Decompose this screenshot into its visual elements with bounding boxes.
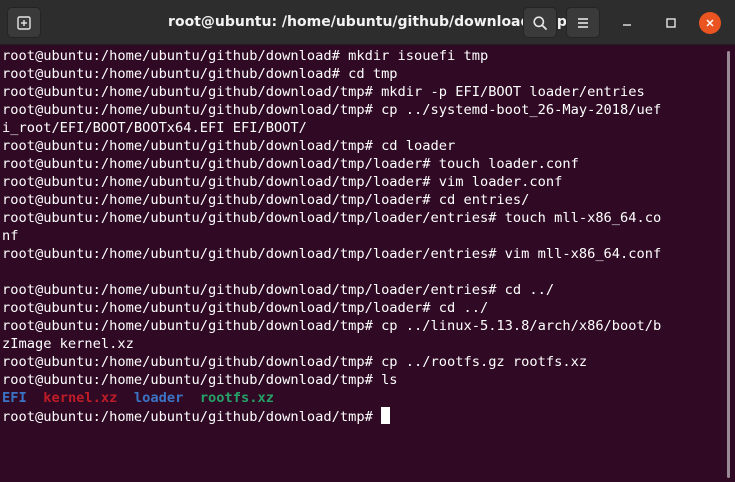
shell-prompt: root@ubuntu:/home/ubuntu/github/download… bbox=[2, 409, 382, 425]
terminal-line: root@ubuntu:/home/ubuntu/github/download… bbox=[2, 192, 530, 208]
terminal-line: root@ubuntu:/home/ubuntu/github/download… bbox=[2, 246, 662, 262]
terminal-line: i_root/EFI/BOOT/BOOTx64.EFI EFI/BOOT/ bbox=[2, 120, 307, 136]
terminal-line: root@ubuntu:/home/ubuntu/github/download… bbox=[2, 372, 398, 388]
ls-dir-efi: EFI bbox=[2, 390, 27, 406]
terminal-line: root@ubuntu:/home/ubuntu/github/download… bbox=[2, 156, 579, 172]
terminal-window: root@ubuntu: /home/ubuntu/github/downloa… bbox=[0, 0, 735, 482]
minimize-icon bbox=[623, 24, 631, 26]
terminal-output[interactable]: root@ubuntu:/home/ubuntu/github/download… bbox=[0, 47, 722, 482]
current-prompt-line[interactable]: root@ubuntu:/home/ubuntu/github/download… bbox=[2, 407, 391, 425]
terminal-line: root@ubuntu:/home/ubuntu/github/download… bbox=[2, 66, 398, 82]
search-icon bbox=[533, 15, 547, 30]
ls-dir-loader: loader bbox=[133, 390, 184, 406]
terminal-line: root@ubuntu:/home/ubuntu/github/download… bbox=[2, 354, 588, 370]
terminal-line: zImage kernel.xz bbox=[2, 336, 134, 352]
maximize-button[interactable] bbox=[660, 12, 682, 34]
search-button[interactable] bbox=[523, 7, 557, 38]
ls-file-kernel: kernel.xz bbox=[43, 390, 118, 406]
maximize-icon bbox=[666, 18, 676, 28]
terminal-line: root@ubuntu:/home/ubuntu/github/download… bbox=[2, 318, 662, 334]
terminal-line: root@ubuntu:/home/ubuntu/github/download… bbox=[2, 174, 563, 190]
text-cursor bbox=[381, 407, 391, 424]
ls-file-rootfs: rootfs.xz bbox=[199, 390, 274, 406]
terminal-line: root@ubuntu:/home/ubuntu/github/download… bbox=[2, 282, 555, 298]
terminal-scrollbar[interactable] bbox=[724, 47, 735, 482]
terminal-line: nf bbox=[2, 228, 19, 244]
hamburger-menu-icon bbox=[578, 17, 588, 28]
terminal-line: root@ubuntu:/home/ubuntu/github/download… bbox=[2, 300, 489, 316]
terminal-line: root@ubuntu:/home/ubuntu/github/download… bbox=[2, 102, 662, 118]
terminal-line: root@ubuntu:/home/ubuntu/github/download… bbox=[2, 84, 645, 100]
ls-output-line: EFI kernel.xz loader rootfs.xz bbox=[2, 389, 274, 407]
terminal-line: root@ubuntu:/home/ubuntu/github/download… bbox=[2, 138, 456, 154]
new-tab-icon bbox=[17, 15, 31, 30]
terminal-line: root@ubuntu:/home/ubuntu/github/download… bbox=[2, 48, 489, 64]
menu-button[interactable] bbox=[566, 7, 600, 38]
close-button[interactable] bbox=[699, 12, 721, 34]
header-bar: root@ubuntu: /home/ubuntu/github/downloa… bbox=[0, 0, 735, 45]
minimize-button[interactable] bbox=[616, 12, 638, 34]
new-tab-button[interactable] bbox=[7, 7, 41, 38]
close-icon bbox=[706, 19, 714, 27]
scrollbar-thumb[interactable] bbox=[727, 51, 730, 478]
terminal-line: root@ubuntu:/home/ubuntu/github/download… bbox=[2, 210, 662, 226]
